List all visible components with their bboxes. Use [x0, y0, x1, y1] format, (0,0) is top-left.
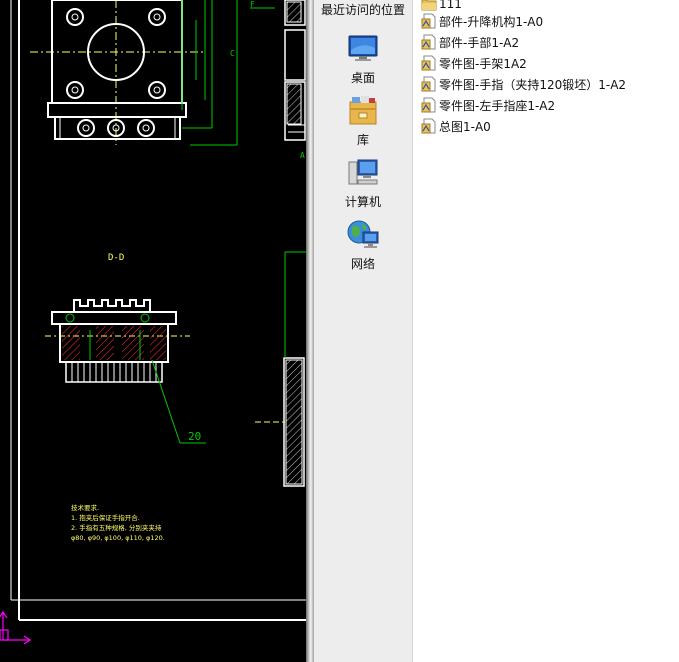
- place-computer-label: 计算机: [344, 195, 381, 209]
- place-library[interactable]: 库: [314, 94, 412, 148]
- note-title: 技术要求.: [71, 503, 99, 512]
- file-item[interactable]: 总图1-A0: [421, 116, 491, 136]
- place-network-label: 网络: [350, 257, 375, 271]
- network-icon: [347, 220, 379, 248]
- label-c: C: [230, 49, 235, 58]
- place-computer[interactable]: 计算机: [314, 156, 412, 210]
- place-library-label: 库: [356, 133, 369, 147]
- note-line-1: 1. 抱夹后保证手指开合.: [71, 513, 140, 522]
- file-name: 部件-升降机构1-A0: [439, 14, 544, 29]
- file-name: 零件图-手指（夹持120锻坯）1-A2: [439, 77, 627, 92]
- note-line-2: 2. 手指有五种规格, 分别夹夹持: [71, 523, 162, 532]
- places-bar: 最近访问的位置 桌面 库 计算机 网络: [314, 0, 413, 662]
- pane-splitter[interactable]: [306, 0, 314, 662]
- file-list: 111 部件-升降机构1-A0 部件-手部1-A2 零件图-手架1A2 零件图-…: [413, 0, 679, 662]
- ucs-axis-icon: [0, 610, 32, 645]
- place-desktop-label: 桌面: [350, 71, 375, 85]
- recent-places-item[interactable]: 最近访问的位置: [314, 1, 412, 18]
- dwg-file-icon: [421, 118, 436, 134]
- label-f: F: [250, 0, 255, 9]
- file-name: 零件图-左手指座1-A2: [439, 98, 556, 113]
- note-line-3: φ80, φ90, φ100, φ110, φ120.: [71, 534, 165, 542]
- top-view: [30, 0, 275, 146]
- section-label: D-D: [108, 253, 124, 263]
- computer-icon: [348, 159, 378, 185]
- dwg-file-icon: [421, 76, 436, 92]
- file-item[interactable]: 零件图-左手指座1-A2: [421, 95, 555, 115]
- place-network[interactable]: 网络: [314, 218, 412, 272]
- file-item[interactable]: 部件-手部1-A2: [421, 32, 519, 52]
- file-name: 111: [439, 0, 462, 11]
- file-item[interactable]: 零件图-手指（夹持120锻坯）1-A2: [421, 74, 626, 94]
- file-item[interactable]: 零件图-手架1A2: [421, 53, 527, 73]
- file-item[interactable]: 部件-升降机构1-A0: [421, 11, 543, 31]
- section-view-d-d: [45, 299, 206, 444]
- dwg-file-icon: [421, 34, 436, 50]
- desktop-icon: [348, 35, 378, 61]
- file-name: 部件-手部1-A2: [439, 35, 520, 50]
- label-a: A: [300, 151, 305, 160]
- cad-drawing-svg: F C A D-D 20 技术要求. 1. 抱夹后保证手指开合. 2. 手指有五…: [0, 0, 306, 645]
- dwg-file-icon: [421, 13, 436, 29]
- library-icon: [349, 96, 377, 125]
- side-view: [255, 0, 306, 487]
- file-name: 零件图-手架1A2: [439, 56, 527, 71]
- file-name: 总图1-A0: [439, 119, 491, 134]
- cad-drawing-canvas[interactable]: F C A D-D 20 技术要求. 1. 抱夹后保证手指开合. 2. 手指有五…: [0, 0, 310, 662]
- dwg-file-icon: [421, 97, 436, 113]
- callout-number: 20: [188, 430, 201, 443]
- place-desktop[interactable]: 桌面: [314, 32, 412, 86]
- dwg-file-icon: [421, 55, 436, 71]
